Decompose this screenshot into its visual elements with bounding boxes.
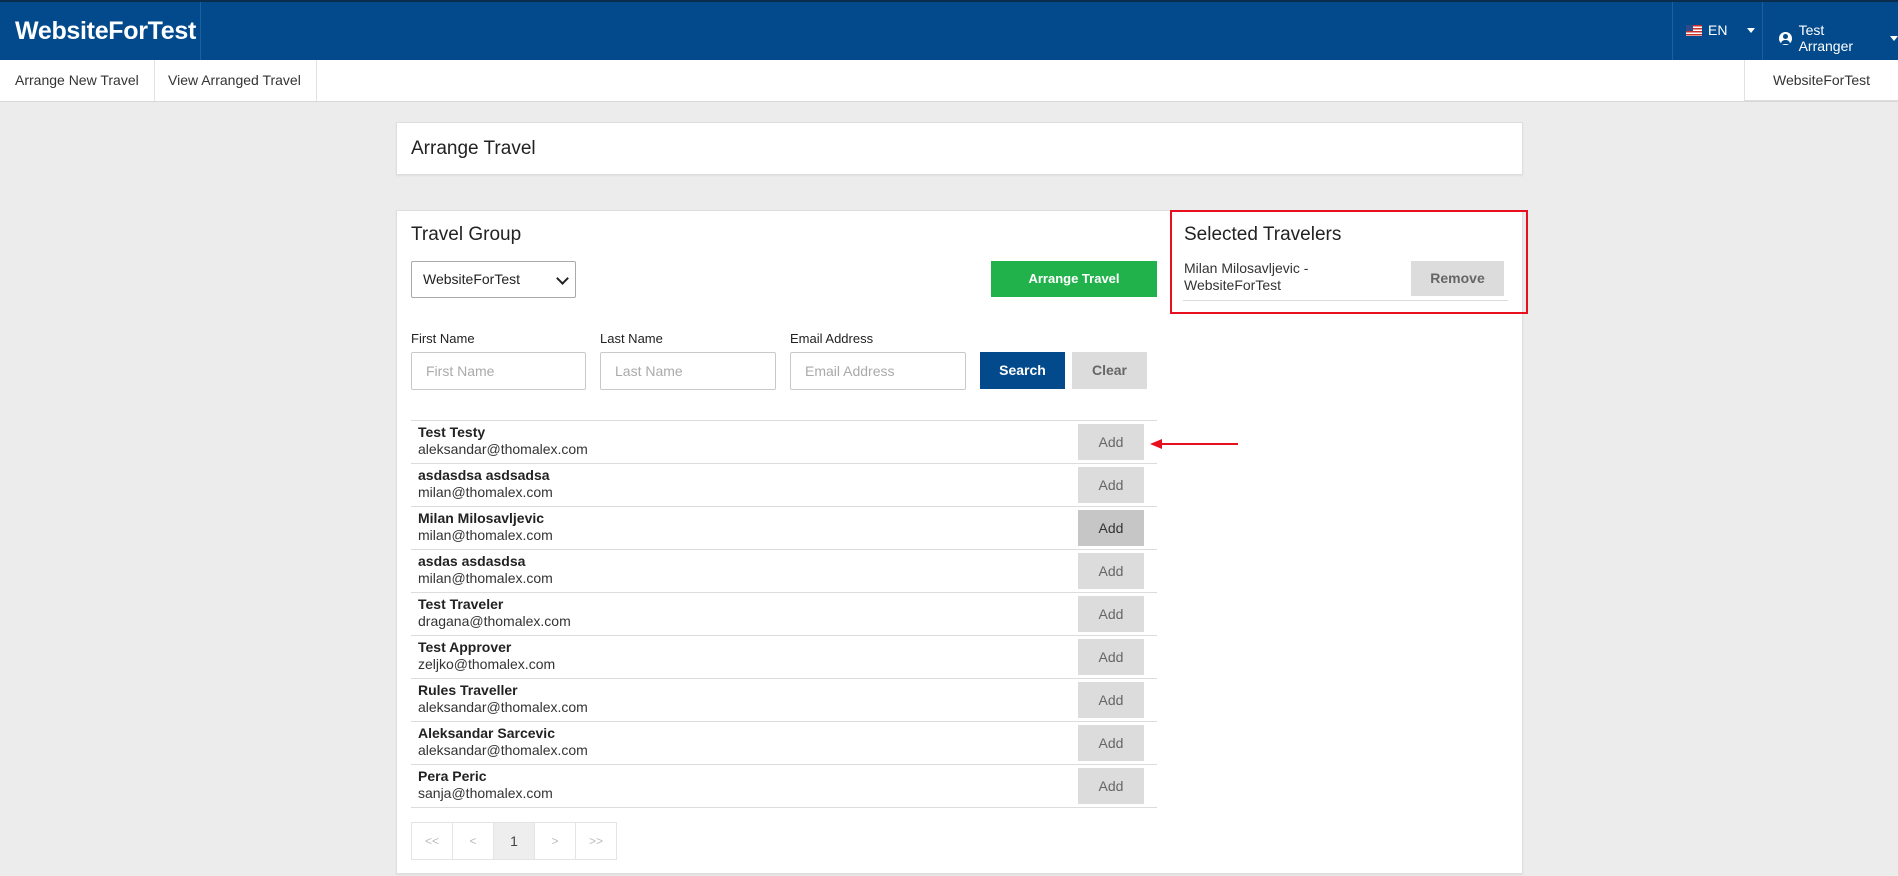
traveler-name: Test Approver (418, 639, 512, 655)
add-traveler-button[interactable]: Add (1078, 639, 1144, 675)
add-traveler-button[interactable]: Add (1078, 725, 1144, 761)
traveler-row: Test Approver zeljko@thomalex.com Add (411, 635, 1157, 678)
divider (200, 2, 201, 60)
selected-traveler-name: Milan Milosavljevic - (1184, 260, 1309, 276)
traveler-email: milan@thomalex.com (418, 570, 553, 586)
add-traveler-button[interactable]: Add (1078, 596, 1144, 632)
arrange-travel-button[interactable]: Arrange Travel (991, 261, 1157, 297)
user-icon (1779, 31, 1792, 45)
traveler-email: zeljko@thomalex.com (418, 656, 556, 672)
add-traveler-button[interactable]: Add (1078, 424, 1144, 460)
language-selector[interactable]: EN (1686, 22, 1756, 38)
add-traveler-button[interactable]: Add (1078, 768, 1144, 804)
travel-group-select[interactable]: WebsiteForTest (411, 261, 576, 298)
traveler-row: Pera Peric sanja@thomalex.com Add (411, 764, 1157, 808)
divider (1762, 2, 1763, 60)
add-traveler-button[interactable]: Add (1078, 553, 1144, 589)
email-label: Email Address (790, 331, 874, 346)
pagination-last[interactable]: >> (576, 823, 616, 859)
pagination-first[interactable]: << (412, 823, 453, 859)
traveler-email: dragana@thomalex.com (418, 613, 571, 629)
last-name-label: Last Name (600, 331, 663, 346)
traveler-email: aleksandar@thomalex.com (418, 742, 588, 758)
traveler-name: Rules Traveller (418, 682, 518, 698)
add-traveler-button[interactable]: Add (1078, 467, 1144, 503)
user-name: Test Arranger (1798, 22, 1854, 54)
language-label: EN (1708, 22, 1728, 38)
traveler-name: Milan Milosavljevic (418, 510, 545, 526)
selected-travelers-title: Selected Travelers (1184, 224, 1342, 245)
pagination-page-1[interactable]: 1 (494, 823, 535, 859)
traveler-row: asdasdsa asdsadsa milan@thomalex.com Add (411, 463, 1157, 506)
traveler-name: asdas asdasdsa (418, 553, 526, 569)
traveler-name: Test Traveler (418, 596, 504, 612)
traveler-row: Test Testy aleksandar@thomalex.com Add (411, 420, 1157, 463)
selected-traveler-group: WebsiteForTest (1184, 277, 1281, 293)
traveler-name: Aleksandar Sarcevic (418, 725, 555, 741)
us-flag-icon (1686, 24, 1702, 36)
pagination: << < 1 > >> (411, 822, 617, 860)
pagination-prev[interactable]: < (453, 823, 494, 859)
divider (1672, 2, 1673, 60)
first-name-label: First Name (411, 331, 475, 346)
user-menu[interactable]: Test Arranger (1779, 22, 1898, 54)
sub-navigation: Arrange New Travel View Arranged Travel … (0, 60, 1898, 102)
nav-view-arranged-travel[interactable]: View Arranged Travel (153, 60, 317, 101)
traveler-email: milan@thomalex.com (418, 527, 553, 543)
clear-button[interactable]: Clear (1072, 352, 1147, 389)
traveler-row: asdas asdasdsa milan@thomalex.com Add (411, 549, 1157, 592)
pagination-next[interactable]: > (535, 823, 576, 859)
top-navbar: WebsiteForTest EN Test Arranger (0, 0, 1898, 60)
traveler-name: Test Testy (418, 424, 486, 440)
chevron-down-icon (1890, 35, 1898, 41)
add-traveler-button[interactable]: Add (1078, 682, 1144, 718)
traveler-email: aleksandar@thomalex.com (418, 441, 588, 457)
remove-button[interactable]: Remove (1411, 261, 1504, 296)
selected-traveler-item: Milan Milosavljevic - WebsiteForTest (1184, 260, 1308, 294)
traveler-row: Milan Milosavljevic milan@thomalex.com Add (411, 506, 1157, 549)
chevron-down-icon (1747, 27, 1756, 33)
search-button[interactable]: Search (980, 352, 1065, 389)
traveler-email: milan@thomalex.com (418, 484, 553, 500)
traveler-list: Test Testy aleksandar@thomalex.com Add asda… (411, 420, 1157, 808)
traveler-row: Test Traveler dragana@thomalex.com Add (411, 592, 1157, 635)
page-title: Arrange Travel (411, 138, 536, 159)
brand-logo[interactable]: WebsiteForTest (15, 17, 196, 46)
email-input[interactable] (790, 352, 966, 390)
red-arrow-annotation (1150, 439, 1238, 449)
traveler-name: asdasdsa asdsadsa (418, 467, 550, 483)
arrange-travel-card: Arrange Travel (396, 122, 1523, 175)
traveler-row: Aleksandar Sarcevic aleksandar@thomalex.c… (411, 721, 1157, 764)
chevron-down-icon (556, 272, 569, 285)
organization-label[interactable]: WebsiteForTest (1744, 60, 1898, 101)
travel-group-title: Travel Group (411, 224, 522, 245)
traveler-name: Pera Peric (418, 768, 487, 784)
selected-group-value: WebsiteForTest (423, 271, 520, 287)
divider (1183, 300, 1508, 301)
add-traveler-button[interactable]: Add (1078, 510, 1144, 546)
traveler-row: Rules Traveller aleksandar@thomalex.com Ad… (411, 678, 1157, 721)
first-name-input[interactable] (411, 352, 586, 390)
traveler-email: sanja@thomalex.com (418, 785, 553, 801)
last-name-input[interactable] (600, 352, 776, 390)
traveler-email: aleksandar@thomalex.com (418, 699, 588, 715)
nav-arrange-new-travel[interactable]: Arrange New Travel (0, 60, 155, 101)
